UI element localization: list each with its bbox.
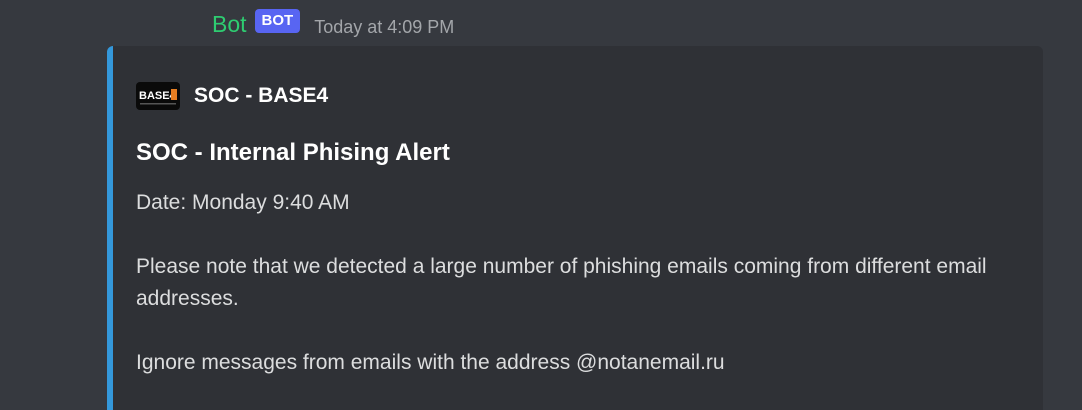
bot-tag: BOT bbox=[254, 9, 301, 33]
description-paragraph-2: Ignore messages from emails with the add… bbox=[136, 351, 725, 374]
message-timestamp[interactable]: Today at 4:09 PM bbox=[314, 13, 454, 41]
date-line: Date: Monday 9:40 AM bbox=[136, 191, 350, 214]
embed-accent-bar bbox=[107, 46, 113, 410]
message-header: Bot BOT Today at 4:09 PM bbox=[212, 9, 454, 41]
base4-logo-icon: BASE4 bbox=[136, 82, 180, 110]
message-embed: BASE4 SOC - BASE4 SOC - Internal Phising… bbox=[107, 46, 1043, 410]
embed-author: BASE4 SOC - BASE4 bbox=[136, 82, 328, 110]
embed-description: Date: Monday 9:40 AM Please note that we… bbox=[136, 187, 996, 379]
embed-author-name[interactable]: SOC - BASE4 bbox=[194, 82, 328, 110]
embed-title: SOC - Internal Phising Alert bbox=[136, 139, 450, 166]
username[interactable]: Bot bbox=[212, 10, 247, 38]
base4-logo-text: BASE4 bbox=[139, 90, 177, 102]
chat-message: Bot BOT Today at 4:09 PM BASE4 SOC - BAS… bbox=[0, 0, 1082, 410]
description-paragraph-1: Please note that we detected a large num… bbox=[136, 255, 987, 310]
